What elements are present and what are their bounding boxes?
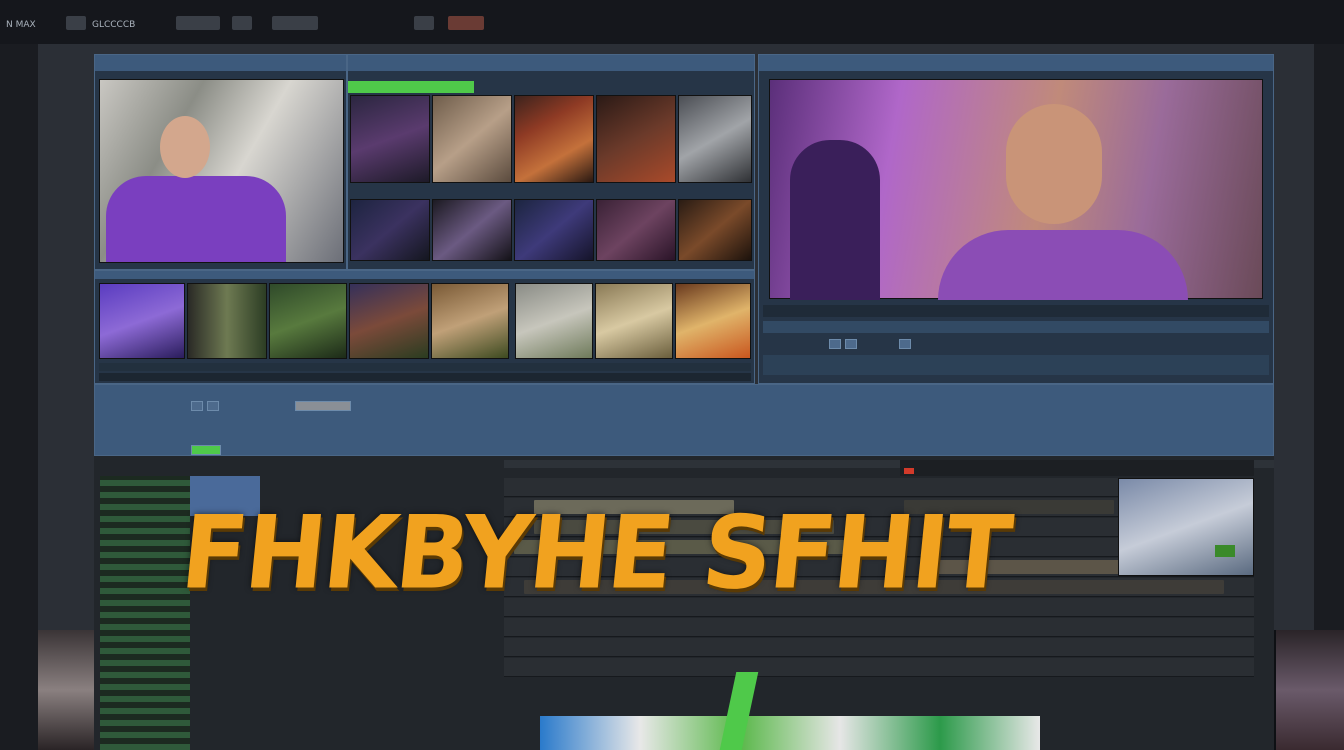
scissors-icon[interactable] xyxy=(899,339,911,349)
program-transport-bar xyxy=(763,355,1269,375)
media-thumbnail[interactable] xyxy=(514,95,594,183)
media-thumbnail[interactable] xyxy=(349,283,429,359)
clip-browser-panel xyxy=(94,270,755,384)
media-thumbnail[interactable] xyxy=(350,199,430,261)
app-menubar: N MAX GLCCCCB xyxy=(0,0,1344,44)
record-button[interactable] xyxy=(448,16,484,30)
person-figure xyxy=(938,230,1188,300)
track-enable-button[interactable] xyxy=(191,445,221,455)
gear-icon[interactable] xyxy=(232,16,252,30)
source-monitor-panel xyxy=(94,54,347,270)
side-preview xyxy=(1276,630,1344,750)
tool-button[interactable] xyxy=(191,401,203,411)
timeline-toolbar xyxy=(94,384,1274,456)
side-preview xyxy=(38,630,94,750)
media-thumbnail[interactable] xyxy=(678,199,752,261)
folder-icon[interactable] xyxy=(66,16,86,30)
tool-button[interactable] xyxy=(207,401,219,411)
clip-browser-header xyxy=(95,271,754,279)
program-timecode-bar xyxy=(763,305,1269,317)
timeline-ruler-right xyxy=(900,460,1254,476)
media-thumbnail[interactable] xyxy=(432,199,512,261)
person-face xyxy=(160,116,210,178)
play-icon[interactable] xyxy=(829,339,841,349)
program-monitor-header xyxy=(759,55,1273,71)
person-figure xyxy=(106,176,286,262)
media-thumbnail[interactable] xyxy=(432,95,512,183)
audio-track[interactable] xyxy=(504,618,1254,637)
stop-icon[interactable] xyxy=(845,339,857,349)
media-thumbnail[interactable] xyxy=(595,283,673,359)
program-video-frame[interactable] xyxy=(769,79,1263,300)
person-face xyxy=(1006,104,1102,224)
media-thumbnail[interactable] xyxy=(514,199,594,261)
program-scrubber[interactable] xyxy=(763,321,1269,333)
menu-item[interactable]: N MAX xyxy=(6,20,36,30)
media-thumbnail[interactable] xyxy=(350,95,430,183)
bottom-clip-strip xyxy=(540,716,1040,750)
audio-track[interactable] xyxy=(504,658,1254,677)
timeline-preview[interactable] xyxy=(1118,478,1254,576)
audio-track[interactable] xyxy=(504,638,1254,657)
media-thumbnail[interactable] xyxy=(678,95,752,183)
toolbar-group[interactable] xyxy=(176,16,220,30)
media-thumbnail[interactable] xyxy=(596,199,676,261)
thumbnail-info-strip xyxy=(99,363,751,371)
preview-object xyxy=(1215,545,1235,557)
left-edge xyxy=(0,44,38,750)
toolbar-group[interactable] xyxy=(272,16,318,30)
media-bin-header xyxy=(348,55,754,71)
thumbnail-info-strip xyxy=(99,373,751,381)
program-monitor-panel xyxy=(758,54,1274,384)
overlay-title: FHKBYHE SFHIT xyxy=(176,494,1016,612)
media-thumbnail[interactable] xyxy=(431,283,509,359)
playhead-marker[interactable] xyxy=(904,468,914,474)
media-thumbnail[interactable] xyxy=(596,95,676,183)
foreground-object xyxy=(790,140,880,300)
audio-meters xyxy=(100,476,190,750)
source-video-frame[interactable] xyxy=(99,79,344,263)
menu-item[interactable]: GLCCCCB xyxy=(92,20,135,30)
media-thumbnail[interactable] xyxy=(187,283,267,359)
media-thumbnail[interactable] xyxy=(515,283,593,359)
tool-button[interactable] xyxy=(295,401,351,411)
selected-bin[interactable] xyxy=(348,81,474,93)
media-thumbnail[interactable] xyxy=(269,283,347,359)
media-thumbnail[interactable] xyxy=(675,283,751,359)
source-monitor-header xyxy=(95,55,346,71)
media-thumbnail[interactable] xyxy=(99,283,185,359)
play-icon[interactable] xyxy=(414,16,434,30)
media-bin-panel xyxy=(347,54,755,270)
